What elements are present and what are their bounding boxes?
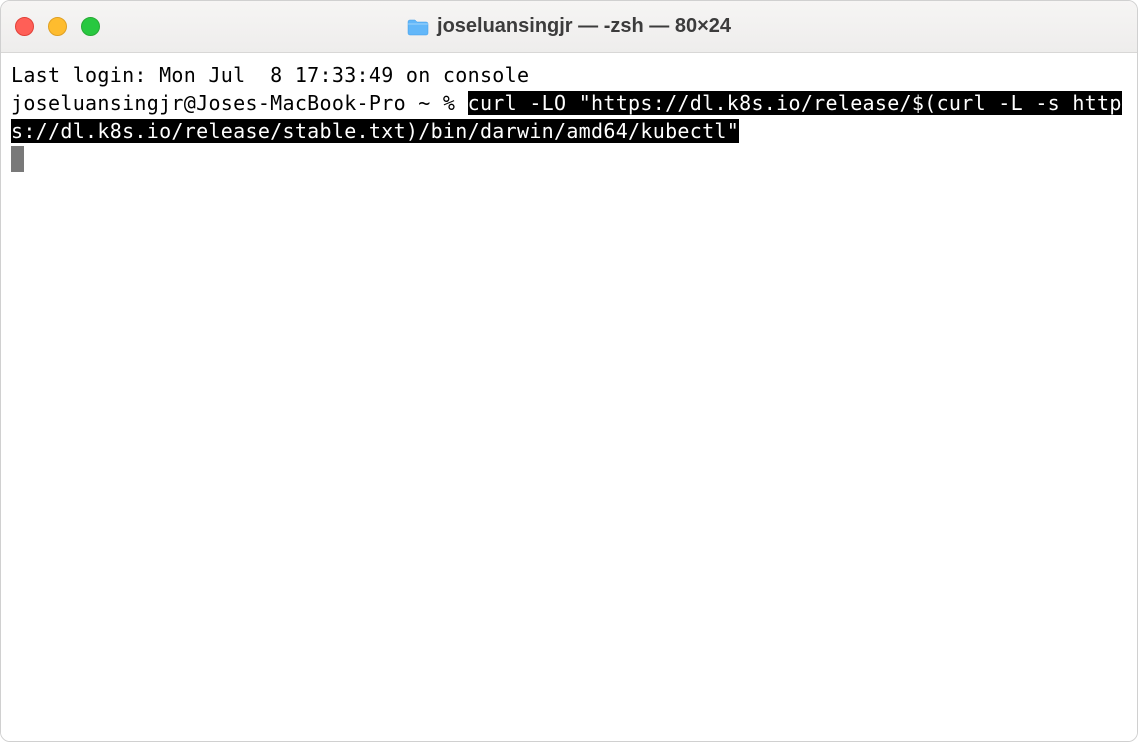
folder-icon xyxy=(407,18,429,36)
last-login-line: Last login: Mon Jul 8 17:33:49 on consol… xyxy=(11,61,1127,89)
terminal-cursor xyxy=(11,146,24,172)
maximize-button[interactable] xyxy=(81,17,100,36)
window-title: joseluansingjr — -zsh — 80×24 xyxy=(407,15,731,38)
terminal-content[interactable]: Last login: Mon Jul 8 17:33:49 on consol… xyxy=(1,53,1137,741)
window-titlebar[interactable]: joseluansingjr — -zsh — 80×24 xyxy=(1,1,1137,53)
prompt-line: joseluansingjr@Joses-MacBook-Pro ~ % cur… xyxy=(11,89,1127,145)
close-button[interactable] xyxy=(15,17,34,36)
traffic-lights xyxy=(15,17,100,36)
selected-command-part1[interactable]: curl -LO "https://dl.k8s.io/release/$(cu… xyxy=(468,91,999,115)
shell-prompt: joseluansingjr@Joses-MacBook-Pro ~ % xyxy=(11,91,468,115)
terminal-window: joseluansingjr — -zsh — 80×24 Last login… xyxy=(0,0,1138,742)
minimize-button[interactable] xyxy=(48,17,67,36)
window-title-text: joseluansingjr — -zsh — 80×24 xyxy=(437,15,731,38)
